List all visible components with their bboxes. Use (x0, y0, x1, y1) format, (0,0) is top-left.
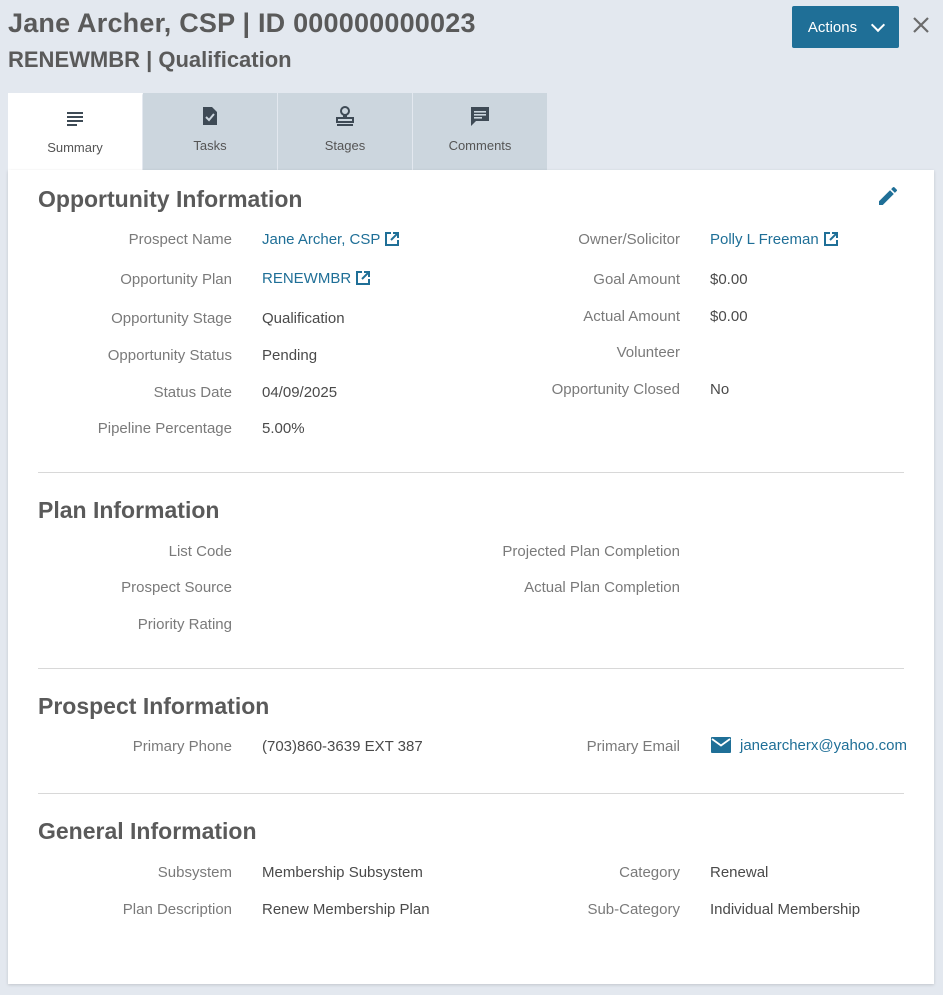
chevron-down-icon (871, 17, 886, 33)
actions-label: Actions (807, 18, 858, 36)
pencil-icon[interactable] (876, 184, 900, 208)
close-icon[interactable] (908, 12, 934, 38)
mail-icon (711, 737, 731, 753)
tab-label: Summary (47, 140, 103, 155)
summary-panel: Opportunity Information Prospect Name Ja… (8, 170, 934, 984)
actual-plan-completion-label: Actual Plan Completion (524, 579, 680, 596)
opportunity-section-title: Opportunity Information (38, 186, 303, 212)
status-date-value: 04/09/2025 (262, 384, 338, 401)
stamp-icon (336, 106, 354, 126)
category-label: Category (619, 864, 680, 881)
goal-amount-label: Goal Amount (593, 271, 680, 288)
volunteer-label: Volunteer (616, 344, 680, 361)
prospect-name-link[interactable]: Jane Archer, CSP (262, 231, 380, 248)
prospect-section-title: Prospect Information (38, 693, 270, 719)
goal-amount-value: $0.00 (710, 271, 748, 288)
opportunity-stage-value: Qualification (262, 310, 345, 327)
owner-solicitor-link[interactable]: Polly L Freeman (710, 231, 819, 248)
tab-bar: Summary Tasks Stages Comments (8, 93, 548, 170)
sub-category-label: Sub-Category (587, 901, 680, 918)
page-title: Jane Archer, CSP | ID 000000000023 (8, 8, 476, 38)
comment-icon (471, 107, 489, 126)
tab-label: Tasks (193, 138, 227, 153)
actual-amount-value: $0.00 (710, 308, 748, 325)
opportunity-closed-label: Opportunity Closed (551, 381, 680, 398)
section-divider (38, 668, 904, 669)
external-link-icon[interactable] (353, 268, 373, 288)
projected-plan-completion-label: Projected Plan Completion (502, 543, 680, 560)
actions-button[interactable]: Actions (792, 6, 899, 48)
external-link-icon[interactable] (821, 229, 841, 249)
opportunity-plan-value[interactable]: RENEWMBR (262, 268, 373, 288)
general-section-title: General Information (38, 818, 257, 844)
section-divider (38, 472, 904, 473)
opportunity-closed-value: No (710, 381, 730, 398)
primary-phone-label: Primary Phone (132, 738, 232, 755)
prospect-name-value[interactable]: Jane Archer, CSP (262, 229, 402, 249)
opportunity-status-label: Opportunity Status (107, 347, 232, 364)
owner-solicitor-label: Owner/Solicitor (578, 231, 680, 248)
sub-category-value: Individual Membership (710, 901, 861, 918)
primary-email-label: Primary Email (586, 738, 680, 755)
primary-email-link[interactable]: janearcherx@yahoo.com (740, 737, 907, 754)
status-date-label: Status Date (153, 384, 232, 401)
tab-summary[interactable]: Summary (8, 93, 143, 170)
task-check-icon (203, 107, 217, 125)
list-icon (67, 112, 83, 126)
plan-description-value: Renew Membership Plan (262, 901, 430, 918)
tab-label: Comments (448, 138, 512, 153)
priority-rating-label: Priority Rating (137, 616, 232, 633)
list-code-label: List Code (168, 543, 232, 560)
prospect-source-label: Prospect Source (121, 579, 232, 596)
external-link-icon[interactable] (382, 229, 402, 249)
actual-amount-label: Actual Amount (583, 308, 680, 325)
opportunity-plan-link[interactable]: RENEWMBR (262, 270, 351, 287)
plan-section-title: Plan Information (38, 497, 220, 523)
opportunity-stage-label: Opportunity Stage (111, 310, 232, 327)
plan-description-label: Plan Description (122, 901, 232, 918)
tab-label: Stages (324, 138, 366, 153)
tab-stages[interactable]: Stages (278, 93, 413, 170)
pipeline-percentage-value: 5.00% (262, 420, 305, 437)
category-value: Renewal (710, 864, 769, 881)
tab-comments[interactable]: Comments (413, 93, 548, 170)
opportunity-status-value: Pending (262, 347, 318, 364)
page-subtitle: RENEWMBR | Qualification (8, 47, 292, 72)
prospect-name-label: Prospect Name (128, 231, 232, 248)
primary-phone-value: (703)860-3639 EXT 387 (262, 738, 423, 755)
primary-email-value[interactable]: janearcherx@yahoo.com (710, 736, 907, 758)
subsystem-value: Membership Subsystem (262, 864, 423, 881)
section-divider (38, 793, 904, 794)
subsystem-label: Subsystem (157, 864, 232, 881)
tab-tasks[interactable]: Tasks (143, 93, 278, 170)
owner-solicitor-value[interactable]: Polly L Freeman (710, 229, 841, 249)
opportunity-plan-label: Opportunity Plan (120, 271, 232, 288)
pipeline-percentage-label: Pipeline Percentage (97, 420, 232, 437)
